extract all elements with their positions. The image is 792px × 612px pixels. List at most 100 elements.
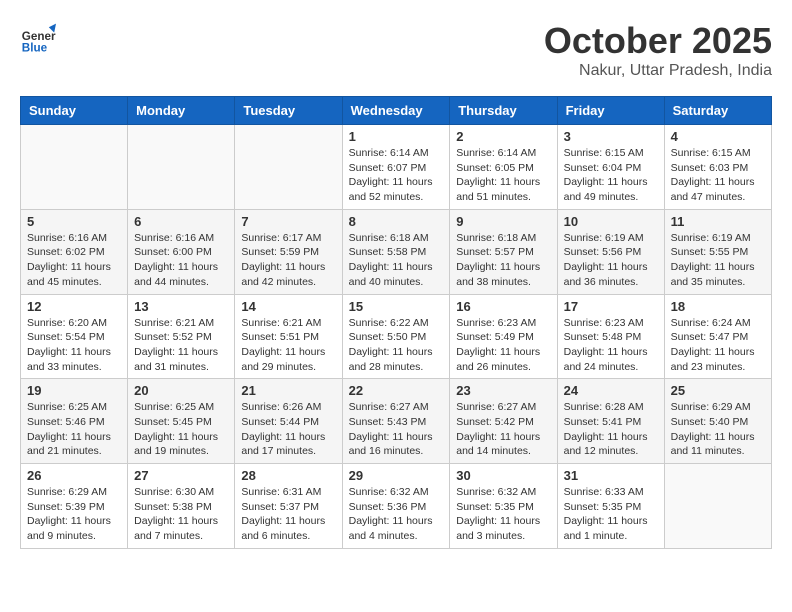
calendar-day-16: 16 Sunrise: 6:23 AM Sunset: 5:49 PM Dayli… [450,294,557,379]
day-number: 30 [456,468,550,483]
day-number: 26 [27,468,121,483]
calendar-day-10: 10 Sunrise: 6:19 AM Sunset: 5:56 PM Dayli… [557,209,664,294]
weekday-header-wednesday: Wednesday [342,97,450,125]
day-number: 15 [349,299,444,314]
day-content: Sunrise: 6:26 AM Sunset: 5:44 PM Dayligh… [241,400,335,459]
day-content: Sunrise: 6:14 AM Sunset: 6:07 PM Dayligh… [349,146,444,205]
weekday-header-row: SundayMondayTuesdayWednesdayThursdayFrid… [21,97,772,125]
calendar-day-21: 21 Sunrise: 6:26 AM Sunset: 5:44 PM Dayli… [235,379,342,464]
day-number: 31 [564,468,658,483]
calendar-week-2: 5 Sunrise: 6:16 AM Sunset: 6:02 PM Daylig… [21,209,772,294]
day-number: 22 [349,383,444,398]
title-area: October 2025 Nakur, Uttar Pradesh, India [544,20,772,80]
day-content: Sunrise: 6:23 AM Sunset: 5:49 PM Dayligh… [456,316,550,375]
day-content: Sunrise: 6:30 AM Sunset: 5:38 PM Dayligh… [134,485,228,544]
calendar-day-14: 14 Sunrise: 6:21 AM Sunset: 5:51 PM Dayli… [235,294,342,379]
calendar-day-22: 22 Sunrise: 6:27 AM Sunset: 5:43 PM Dayli… [342,379,450,464]
calendar-week-5: 26 Sunrise: 6:29 AM Sunset: 5:39 PM Dayli… [21,464,772,549]
day-number: 17 [564,299,658,314]
day-number: 3 [564,129,658,144]
day-number: 10 [564,214,658,229]
weekday-header-tuesday: Tuesday [235,97,342,125]
calendar-day-24: 24Sunrise: 6:28 AM Sunset: 5:41 PM Dayli… [557,379,664,464]
location-subtitle: Nakur, Uttar Pradesh, India [544,62,772,80]
day-number: 27 [134,468,228,483]
calendar-day-20: 20 Sunrise: 6:25 AM Sunset: 5:45 PM Dayli… [128,379,235,464]
calendar-day-4: 4Sunrise: 6:15 AM Sunset: 6:03 PM Daylig… [664,125,771,210]
day-number: 20 [134,383,228,398]
calendar-day-28: 28 Sunrise: 6:31 AM Sunset: 5:37 PM Dayli… [235,464,342,549]
calendar-empty-cell [21,125,128,210]
day-content: Sunrise: 6:31 AM Sunset: 5:37 PM Dayligh… [241,485,335,544]
day-content: Sunrise: 6:29 AM Sunset: 5:40 PM Dayligh… [671,400,765,459]
calendar-week-3: 12 Sunrise: 6:20 AM Sunset: 5:54 PM Dayli… [21,294,772,379]
weekday-header-sunday: Sunday [21,97,128,125]
day-number: 28 [241,468,335,483]
calendar-day-9: 9 Sunrise: 6:18 AM Sunset: 5:57 PM Daylig… [450,209,557,294]
day-content: Sunrise: 6:28 AM Sunset: 5:41 PM Dayligh… [564,400,658,459]
day-content: Sunrise: 6:25 AM Sunset: 5:46 PM Dayligh… [27,400,121,459]
calendar-day-13: 13Sunrise: 6:21 AM Sunset: 5:52 PM Dayli… [128,294,235,379]
calendar-day-2: 2Sunrise: 6:14 AM Sunset: 6:05 PM Daylig… [450,125,557,210]
calendar-day-25: 25 Sunrise: 6:29 AM Sunset: 5:40 PM Dayli… [664,379,771,464]
day-content: Sunrise: 6:19 AM Sunset: 5:56 PM Dayligh… [564,231,658,290]
day-content: Sunrise: 6:17 AM Sunset: 5:59 PM Dayligh… [241,231,335,290]
weekday-header-friday: Friday [557,97,664,125]
day-content: Sunrise: 6:21 AM Sunset: 5:51 PM Dayligh… [241,316,335,375]
day-number: 19 [27,383,121,398]
day-content: Sunrise: 6:15 AM Sunset: 6:04 PM Dayligh… [564,146,658,205]
weekday-header-thursday: Thursday [450,97,557,125]
day-content: Sunrise: 6:29 AM Sunset: 5:39 PM Dayligh… [27,485,121,544]
calendar-day-23: 23 Sunrise: 6:27 AM Sunset: 5:42 PM Dayli… [450,379,557,464]
calendar-day-27: 27 Sunrise: 6:30 AM Sunset: 5:38 PM Dayli… [128,464,235,549]
day-number: 5 [27,214,121,229]
day-number: 8 [349,214,444,229]
day-number: 1 [349,129,444,144]
calendar-day-31: 31 Sunrise: 6:33 AM Sunset: 5:35 PM Dayli… [557,464,664,549]
day-content: Sunrise: 6:25 AM Sunset: 5:45 PM Dayligh… [134,400,228,459]
day-content: Sunrise: 6:16 AM Sunset: 6:02 PM Dayligh… [27,231,121,290]
day-content: Sunrise: 6:32 AM Sunset: 5:36 PM Dayligh… [349,485,444,544]
month-title: October 2025 [544,20,772,62]
calendar-day-15: 15 Sunrise: 6:22 AM Sunset: 5:50 PM Dayli… [342,294,450,379]
day-number: 7 [241,214,335,229]
day-number: 25 [671,383,765,398]
calendar-day-29: 29 Sunrise: 6:32 AM Sunset: 5:36 PM Dayli… [342,464,450,549]
calendar-day-30: 30Sunrise: 6:32 AM Sunset: 5:35 PM Dayli… [450,464,557,549]
day-content: Sunrise: 6:20 AM Sunset: 5:54 PM Dayligh… [27,316,121,375]
calendar-empty-cell [664,464,771,549]
svg-text:Blue: Blue [22,42,48,55]
day-number: 6 [134,214,228,229]
calendar-day-6: 6Sunrise: 6:16 AM Sunset: 6:00 PM Daylig… [128,209,235,294]
day-content: Sunrise: 6:24 AM Sunset: 5:47 PM Dayligh… [671,316,765,375]
day-content: Sunrise: 6:23 AM Sunset: 5:48 PM Dayligh… [564,316,658,375]
day-number: 9 [456,214,550,229]
day-number: 14 [241,299,335,314]
day-number: 11 [671,214,765,229]
day-content: Sunrise: 6:22 AM Sunset: 5:50 PM Dayligh… [349,316,444,375]
calendar-day-1: 1 Sunrise: 6:14 AM Sunset: 6:07 PM Daylig… [342,125,450,210]
calendar-day-26: 26 Sunrise: 6:29 AM Sunset: 5:39 PM Dayli… [21,464,128,549]
calendar-empty-cell [128,125,235,210]
day-number: 16 [456,299,550,314]
day-content: Sunrise: 6:27 AM Sunset: 5:43 PM Dayligh… [349,400,444,459]
day-number: 29 [349,468,444,483]
day-content: Sunrise: 6:18 AM Sunset: 5:57 PM Dayligh… [456,231,550,290]
day-number: 2 [456,129,550,144]
calendar-day-12: 12 Sunrise: 6:20 AM Sunset: 5:54 PM Dayli… [21,294,128,379]
weekday-header-saturday: Saturday [664,97,771,125]
calendar-day-5: 5 Sunrise: 6:16 AM Sunset: 6:02 PM Daylig… [21,209,128,294]
day-content: Sunrise: 6:19 AM Sunset: 5:55 PM Dayligh… [671,231,765,290]
calendar-header: General Blue October 2025 Nakur, Uttar P… [20,20,772,80]
calendar-empty-cell [235,125,342,210]
calendar-day-8: 8Sunrise: 6:18 AM Sunset: 5:58 PM Daylig… [342,209,450,294]
day-number: 23 [456,383,550,398]
day-number: 21 [241,383,335,398]
weekday-header-monday: Monday [128,97,235,125]
logo: General Blue [20,20,60,56]
day-number: 12 [27,299,121,314]
calendar-day-11: 11 Sunrise: 6:19 AM Sunset: 5:55 PM Dayli… [664,209,771,294]
calendar-day-17: 17 Sunrise: 6:23 AM Sunset: 5:48 PM Dayli… [557,294,664,379]
day-content: Sunrise: 6:33 AM Sunset: 5:35 PM Dayligh… [564,485,658,544]
day-content: Sunrise: 6:27 AM Sunset: 5:42 PM Dayligh… [456,400,550,459]
